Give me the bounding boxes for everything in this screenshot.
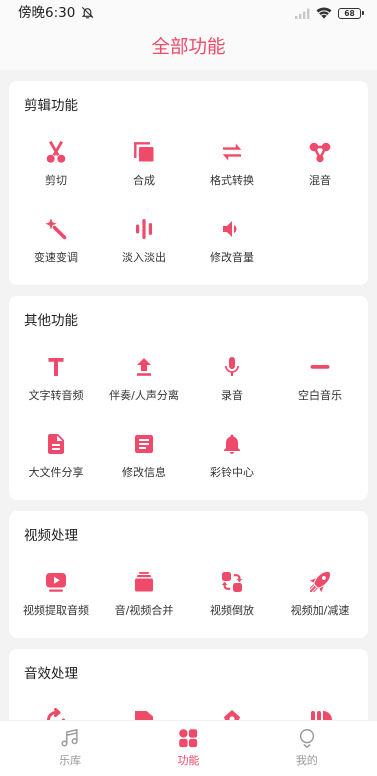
feature-label: 文字转音频: [28, 389, 84, 402]
minus-icon: [308, 355, 332, 379]
battery-level: 68: [344, 8, 355, 18]
feature-label: 剪切: [45, 174, 67, 187]
scissors-icon: [44, 140, 68, 164]
status-right: 68: [295, 4, 364, 23]
feature-label: 视频提取音频: [23, 604, 89, 617]
sound-bars-icon: [132, 217, 156, 241]
section-other: 其他功能 文字转音频 伴奏/人声分离 录音 空白音乐 大文件分享 修改信息 彩铃…: [9, 296, 368, 500]
nav-label: 功能: [177, 754, 200, 767]
status-time: 傍晚6:30: [18, 5, 76, 21]
profile-icon: [296, 727, 318, 749]
article-icon: [132, 432, 156, 456]
feature-cut[interactable]: 剪切: [12, 131, 100, 208]
section-video: 视频处理 视频提取音频 音/视频合并 视频倒放 视频加/减速: [9, 511, 368, 638]
video-play-icon: [44, 570, 68, 594]
feature-label: 修改信息: [122, 466, 166, 479]
feature-label: 混音: [309, 174, 331, 187]
section-title: 视频处理: [24, 528, 78, 544]
feature-label: 视频加/减速: [290, 604, 350, 617]
music-note-icon: [59, 727, 81, 749]
feature-ringtone-center[interactable]: 彩铃中心: [188, 423, 276, 500]
feature-text-to-audio[interactable]: 文字转音频: [12, 346, 100, 423]
upload-icon: [132, 355, 156, 379]
feature-record[interactable]: 录音: [188, 346, 276, 423]
feature-extract-audio[interactable]: 视频提取音频: [12, 561, 100, 638]
nav-item-features[interactable]: 功能: [129, 721, 247, 776]
section-editing: 剪辑功能 剪切 合成 格式转换 混音 变速变调 淡入淡出 修改音量: [9, 81, 368, 285]
feature-format-convert[interactable]: 格式转换: [188, 131, 276, 208]
feature-fade[interactable]: 淡入淡出: [100, 208, 188, 285]
feature-blank-music[interactable]: 空白音乐: [276, 346, 364, 423]
nav-item-profile[interactable]: 我的: [248, 721, 366, 776]
document-icon: [44, 432, 68, 456]
alarm-off-icon: [81, 4, 94, 23]
feature-volume[interactable]: 修改音量: [188, 208, 276, 285]
feature-merge[interactable]: 合成: [100, 131, 188, 208]
rocket-icon: [308, 570, 332, 594]
feature-label: 视频倒放: [210, 604, 254, 617]
molecule-icon: [308, 140, 332, 164]
signal-icon: [295, 4, 310, 23]
feature-grid: 视频提取音频 音/视频合并 视频倒放 视频加/减速: [9, 561, 368, 638]
page-title: 全部功能: [151, 37, 226, 58]
layers-icon: [132, 140, 156, 164]
text-icon: [44, 355, 68, 379]
speaker-icon: [220, 217, 244, 241]
feature-edit-info[interactable]: 修改信息: [100, 423, 188, 500]
feature-label: 格式转换: [210, 174, 254, 187]
feature-label: 合成: [133, 174, 155, 187]
section-title: 剪辑功能: [24, 98, 78, 114]
swap-arrows-icon: [220, 140, 244, 164]
feature-video-reverse[interactable]: 视频倒放: [188, 561, 276, 638]
header: 全部功能: [0, 26, 377, 70]
feature-label: 空白音乐: [298, 389, 342, 402]
wifi-icon: [316, 4, 332, 23]
battery-icon: 68: [338, 7, 364, 19]
status-left: 傍晚6:30: [18, 0, 94, 26]
bottom-nav: 乐库 功能 我的: [0, 720, 377, 776]
feature-label: 大文件分享: [28, 466, 84, 479]
feature-label: 变速变调: [34, 251, 78, 264]
section-title: 音效处理: [24, 666, 78, 682]
feature-label: 修改音量: [210, 251, 254, 264]
feature-list[interactable]: 剪辑功能 剪切 合成 格式转换 混音 变速变调 淡入淡出 修改音量 其他功能 文…: [0, 70, 377, 776]
feature-large-file-share[interactable]: 大文件分享: [12, 423, 100, 500]
bell-icon: [220, 432, 244, 456]
feature-label: 音/视频合并: [114, 604, 174, 617]
nav-label: 我的: [295, 754, 318, 767]
section-title: 其他功能: [24, 313, 78, 329]
nav-label: 乐库: [59, 754, 82, 767]
nav-item-library[interactable]: 乐库: [11, 721, 129, 776]
feature-video-speed[interactable]: 视频加/减速: [276, 561, 364, 638]
grid-icon: [177, 727, 199, 749]
feature-label: 淡入淡出: [122, 251, 166, 264]
status-bar: 傍晚6:30 68: [0, 0, 377, 26]
microphone-icon: [220, 355, 244, 379]
feature-label: 彩铃中心: [210, 466, 254, 479]
feature-vocal-separation[interactable]: 伴奏/人声分离: [100, 346, 188, 423]
magic-wand-icon: [44, 217, 68, 241]
feature-speed-pitch[interactable]: 变速变调: [12, 208, 100, 285]
feature-label: 伴奏/人声分离: [109, 389, 179, 402]
feature-mix[interactable]: 混音: [276, 131, 364, 208]
feature-av-merge[interactable]: 音/视频合并: [100, 561, 188, 638]
feature-grid: 文字转音频 伴奏/人声分离 录音 空白音乐 大文件分享 修改信息 彩铃中心: [9, 346, 368, 500]
feature-grid: 剪切 合成 格式转换 混音 变速变调 淡入淡出 修改音量: [9, 131, 368, 285]
feature-label: 录音: [221, 389, 243, 402]
stacked-video-icon: [132, 570, 156, 594]
swap-squares-icon: [220, 570, 244, 594]
